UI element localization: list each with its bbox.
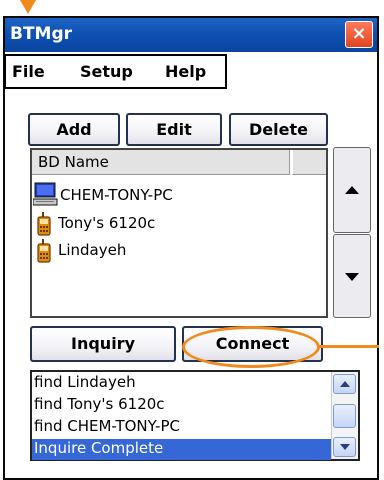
arrow-down-icon (345, 273, 359, 281)
scroll-down-button[interactable] (333, 234, 371, 318)
menu-setup[interactable]: Setup (80, 62, 133, 81)
log-scroll-down-button[interactable] (333, 437, 356, 457)
log-scroll-up-button[interactable] (333, 374, 356, 394)
list-item[interactable]: CHEM-TONY-PC (60, 186, 173, 204)
chevron-down-icon (340, 444, 350, 450)
phone-icon (37, 212, 51, 236)
phone-icon (37, 239, 51, 263)
log-line[interactable]: find CHEM-TONY-PC (34, 417, 180, 435)
edit-button[interactable]: Edit (126, 113, 222, 146)
window-title: BTMgr (10, 24, 73, 44)
chevron-up-icon (340, 381, 350, 387)
delete-button[interactable]: Delete (229, 113, 328, 146)
log-scroll-thumb[interactable] (333, 404, 356, 428)
list-item[interactable]: Lindayeh (58, 241, 126, 259)
column-header-label: BD Name (38, 153, 109, 171)
annotation-pointer (319, 345, 379, 348)
annotation-arrow (20, 0, 36, 14)
add-button[interactable]: Add (28, 113, 120, 146)
list-item[interactable]: Tony's 6120c (58, 214, 155, 232)
annotation-highlight (182, 326, 320, 368)
column-header-extra[interactable] (291, 150, 326, 175)
inquiry-button[interactable]: Inquiry (30, 326, 176, 362)
log-line-selected[interactable]: Inquire Complete (34, 439, 163, 457)
menu-help[interactable]: Help (165, 62, 206, 81)
log-line[interactable]: find Lindayeh (34, 373, 136, 391)
computer-icon (32, 182, 59, 206)
log-line[interactable]: find Tony's 6120c (34, 395, 165, 413)
scroll-up-button[interactable] (333, 147, 371, 233)
arrow-up-icon (345, 186, 359, 194)
close-button[interactable]: × (345, 21, 373, 48)
menu-file[interactable]: File (12, 62, 45, 81)
